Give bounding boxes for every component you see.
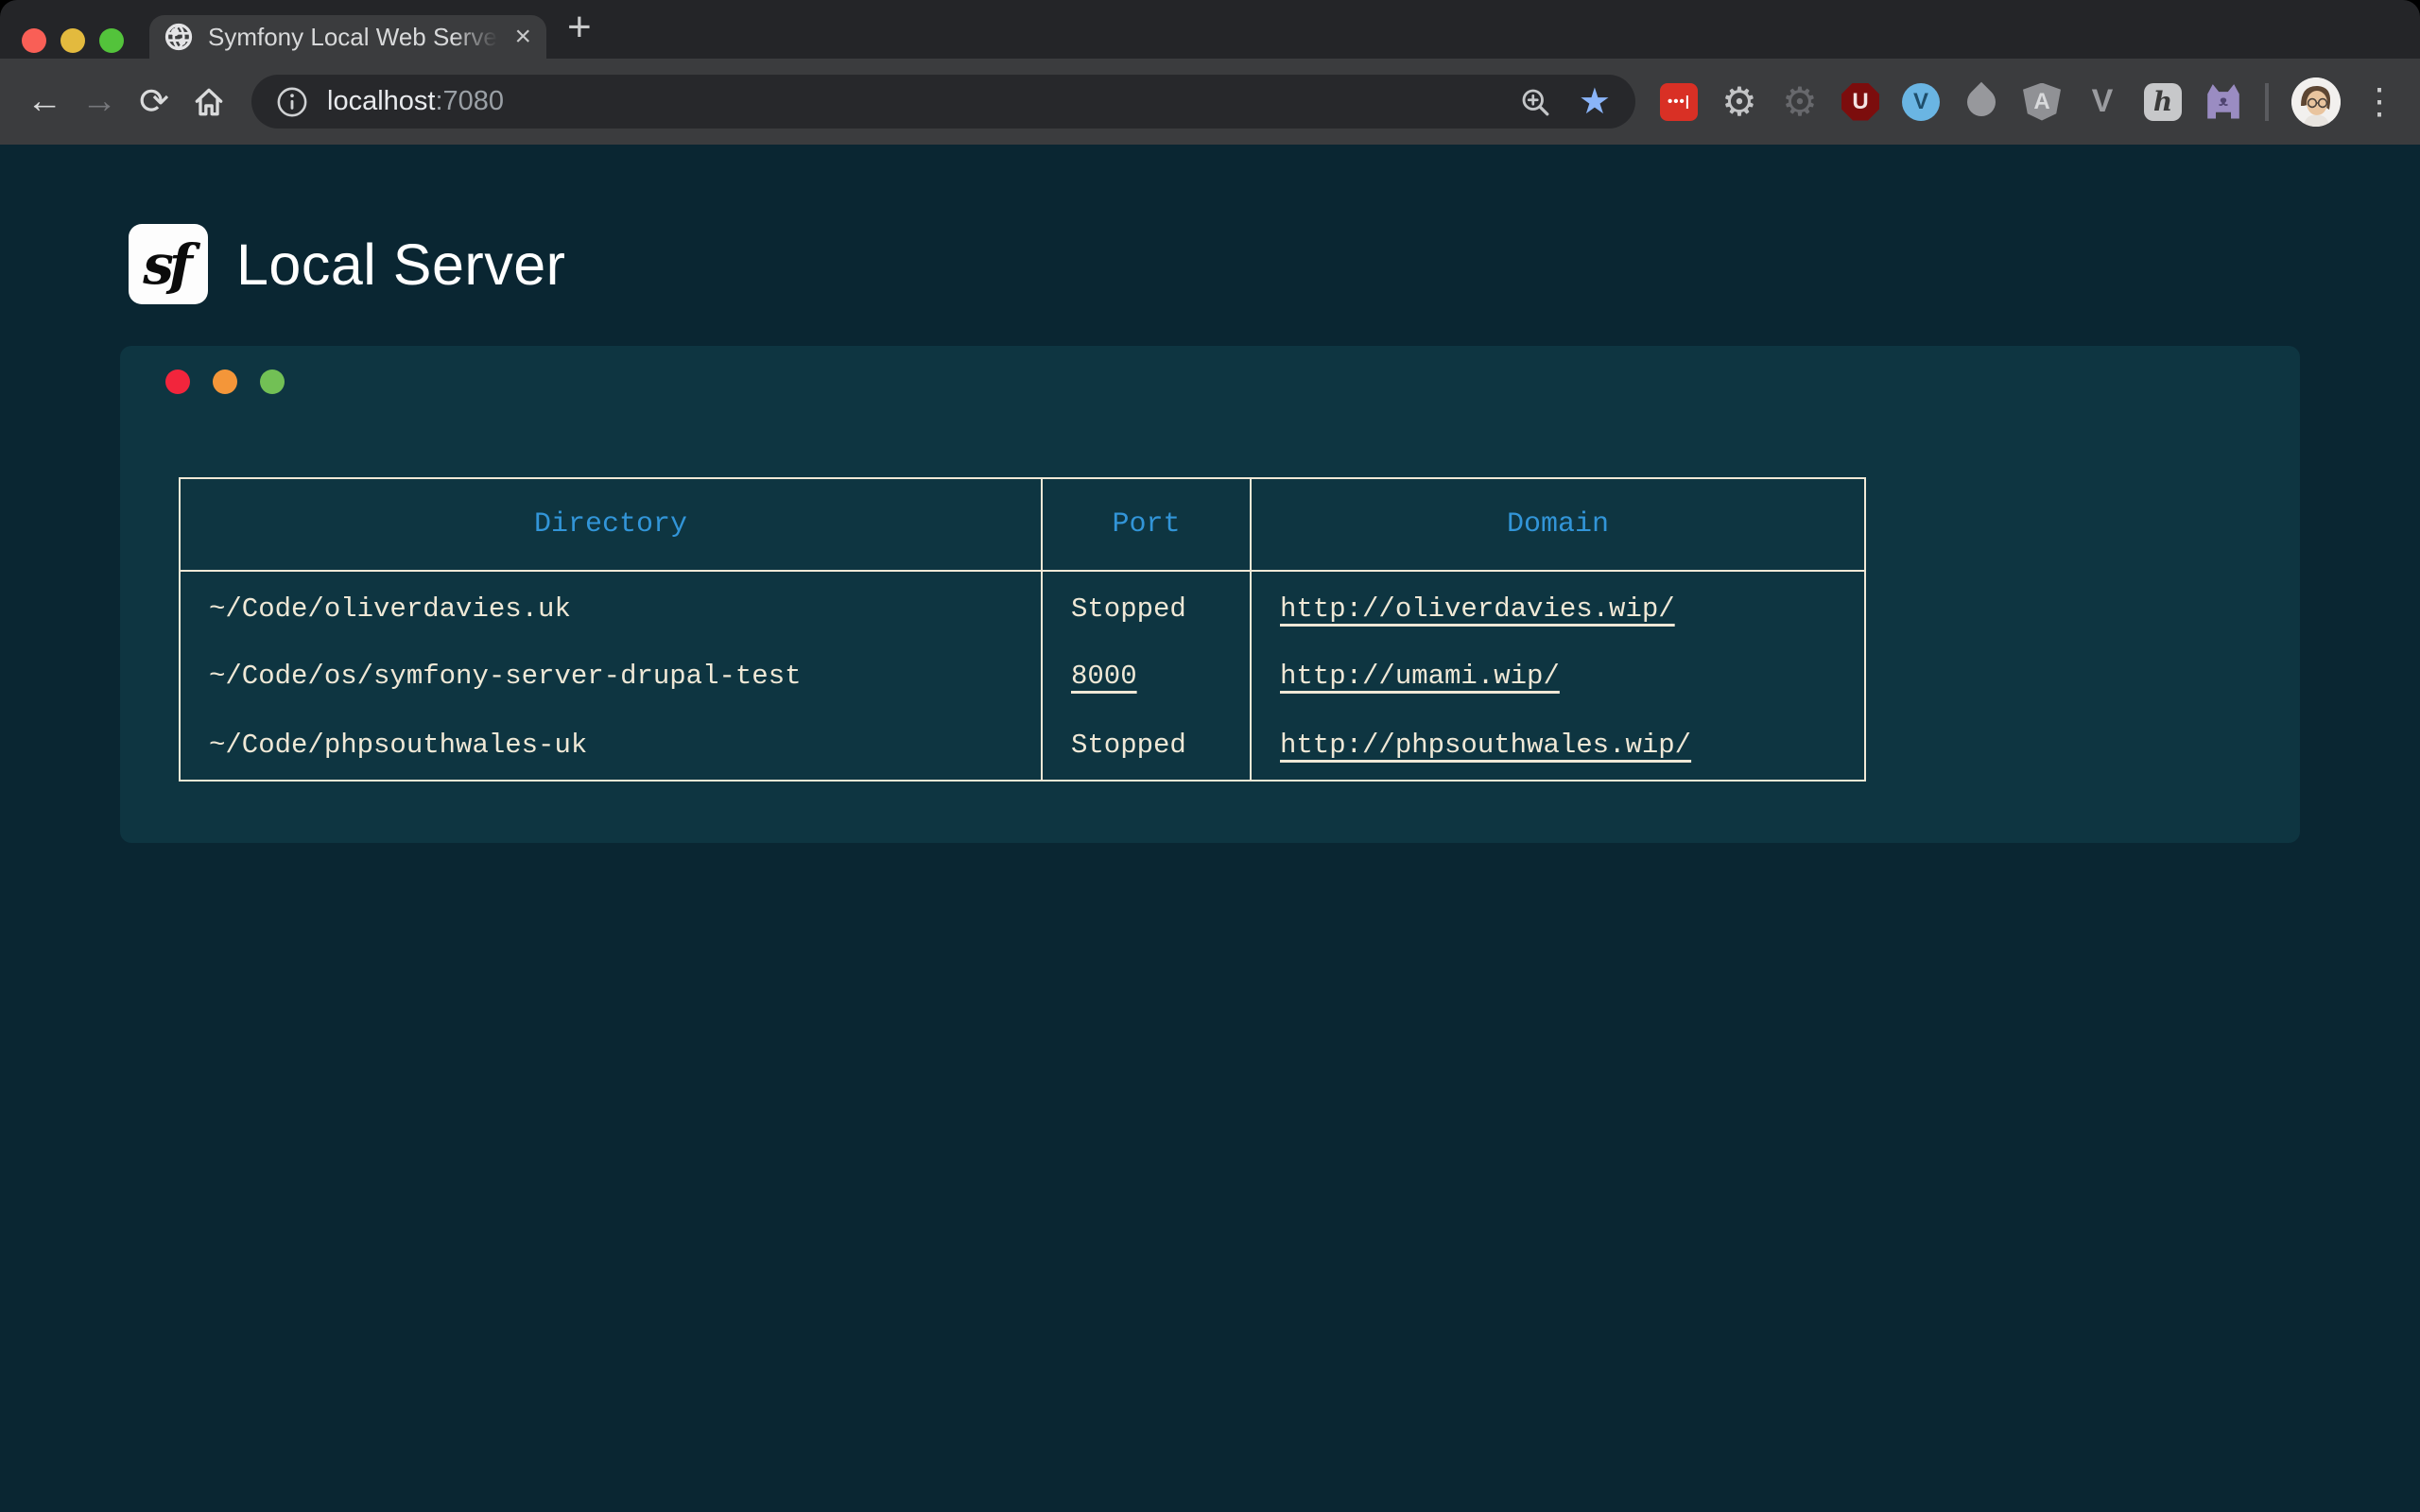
domain-column-header: Domain (1251, 478, 1865, 571)
honey-glyph: h (2153, 86, 2172, 117)
vue-glyph: V (2092, 83, 2114, 120)
screenshot-root: Symfony Local Web Server: Prox × + ← → ⟳ (0, 0, 2420, 1512)
directory-cell: ~/Code/phpsouthwales-uk (180, 711, 1042, 781)
reload-icon[interactable]: ⟳ (127, 75, 182, 129)
card-traffic-dots (165, 369, 2300, 394)
directory-column-header: Directory (180, 478, 1042, 571)
port-link[interactable]: 8000 (1071, 661, 1137, 692)
domain-link[interactable]: http://oliverdavies.wip/ (1280, 593, 1675, 625)
domain-cell: http://oliverdavies.wip/ (1251, 571, 1865, 641)
card-red-dot (165, 369, 190, 394)
angular-icon[interactable]: A (2023, 83, 2061, 121)
zoom-page-icon[interactable] (1518, 85, 1552, 119)
back-icon[interactable]: ← (17, 75, 72, 129)
globe-favicon-icon (164, 23, 193, 51)
browser-tab[interactable]: Symfony Local Web Server: Prox × (149, 15, 546, 59)
directory-cell: ~/Code/os/symfony-server-drupal-test (180, 641, 1042, 711)
domain-link[interactable]: http://umami.wip/ (1280, 661, 1560, 692)
port-cell: Stopped (1042, 711, 1251, 781)
browser-toolbar: ← → ⟳ localhost :7080 (0, 59, 2420, 145)
port-cell: Stopped (1042, 571, 1251, 641)
table-row: ~/Code/oliverdavies.ukStopped http://oliv… (180, 571, 1865, 641)
servers-table: Directory Port Domain ~/Code/oliverdavie… (179, 477, 1866, 782)
vue-icon[interactable]: V (2083, 83, 2121, 121)
domain-cell: http://umami.wip/ (1251, 641, 1865, 711)
server-card: Directory Port Domain ~/Code/oliverdavie… (120, 346, 2300, 843)
domain-cell: http://phpsouthwales.wip/ (1251, 711, 1865, 781)
domain-link[interactable]: http://phpsouthwales.wip/ (1280, 730, 1691, 761)
table-row: ~/Code/os/symfony-server-drupal-test 8000… (180, 641, 1865, 711)
forward-icon[interactable]: → (72, 75, 127, 129)
port-cell: 8000 (1042, 641, 1251, 711)
url-port: :7080 (435, 86, 504, 117)
angular-glyph: A (2033, 89, 2049, 115)
directory-cell: ~/Code/oliverdavies.uk (180, 571, 1042, 641)
server-table-body: ~/Code/oliverdavies.ukStopped http://oliv… (180, 571, 1865, 781)
window-minimize-button[interactable] (60, 28, 85, 53)
site-info-icon[interactable] (276, 86, 308, 118)
port-column-header: Port (1042, 478, 1251, 571)
page-title: Local Server (236, 232, 565, 298)
ublock-origin-glyph: U (1852, 89, 1868, 115)
home-icon[interactable] (182, 75, 236, 129)
drupal-icon[interactable] (1962, 83, 2000, 121)
tab-strip: Symfony Local Web Server: Prox × + (0, 0, 2420, 59)
window-zoom-button[interactable] (99, 28, 124, 53)
address-bar[interactable]: localhost :7080 ★ (251, 75, 1635, 129)
browser-window: Symfony Local Web Server: Prox × + ← → ⟳ (0, 0, 2420, 1512)
url-host: localhost (327, 86, 435, 117)
vimium-glyph: V (1913, 89, 1928, 115)
card-green-dot (260, 369, 285, 394)
refined-github-glyph: ᴥ (2219, 94, 2228, 111)
extensions-area: •••| ⚙ ⚙ U V A Vh ᴥ (1660, 83, 2242, 121)
lastpass-glyph: •••| (1668, 94, 1690, 110)
refined-github-icon[interactable]: ᴥ (2204, 83, 2242, 121)
disabled-extension-icon[interactable]: ⚙ (1781, 83, 1819, 121)
toolbar-divider (2265, 83, 2269, 121)
window-controls (22, 28, 124, 53)
ublock-origin-icon[interactable]: U (1841, 83, 1879, 121)
vimium-icon[interactable]: V (1902, 83, 1940, 121)
symfony-logo: sf (129, 224, 208, 304)
tab-close-icon[interactable]: × (514, 23, 531, 51)
bookmark-star-icon[interactable]: ★ (1579, 84, 1611, 120)
tab-title: Symfony Local Web Server: Prox (208, 23, 507, 52)
page-content: sf Local Server Directory Port Domain (0, 145, 2420, 1512)
browser-menu-icon[interactable]: ⋮ (2361, 80, 2397, 123)
honey-icon[interactable]: h (2144, 83, 2182, 121)
window-close-button[interactable] (22, 28, 46, 53)
tampermonkey-glyph: ⚙ (1721, 78, 1757, 125)
table-header-row: Directory Port Domain (180, 478, 1865, 571)
card-orange-dot (213, 369, 237, 394)
disabled-extension-glyph: ⚙ (1782, 78, 1818, 125)
table-row: ~/Code/phpsouthwales-ukStopped http://php… (180, 711, 1865, 781)
new-tab-button[interactable]: + (567, 0, 592, 59)
lastpass-icon[interactable]: •••| (1660, 83, 1698, 121)
profile-avatar[interactable] (2291, 77, 2341, 127)
tampermonkey-icon[interactable]: ⚙ (1720, 83, 1758, 121)
branding: sf Local Server (129, 224, 2420, 304)
